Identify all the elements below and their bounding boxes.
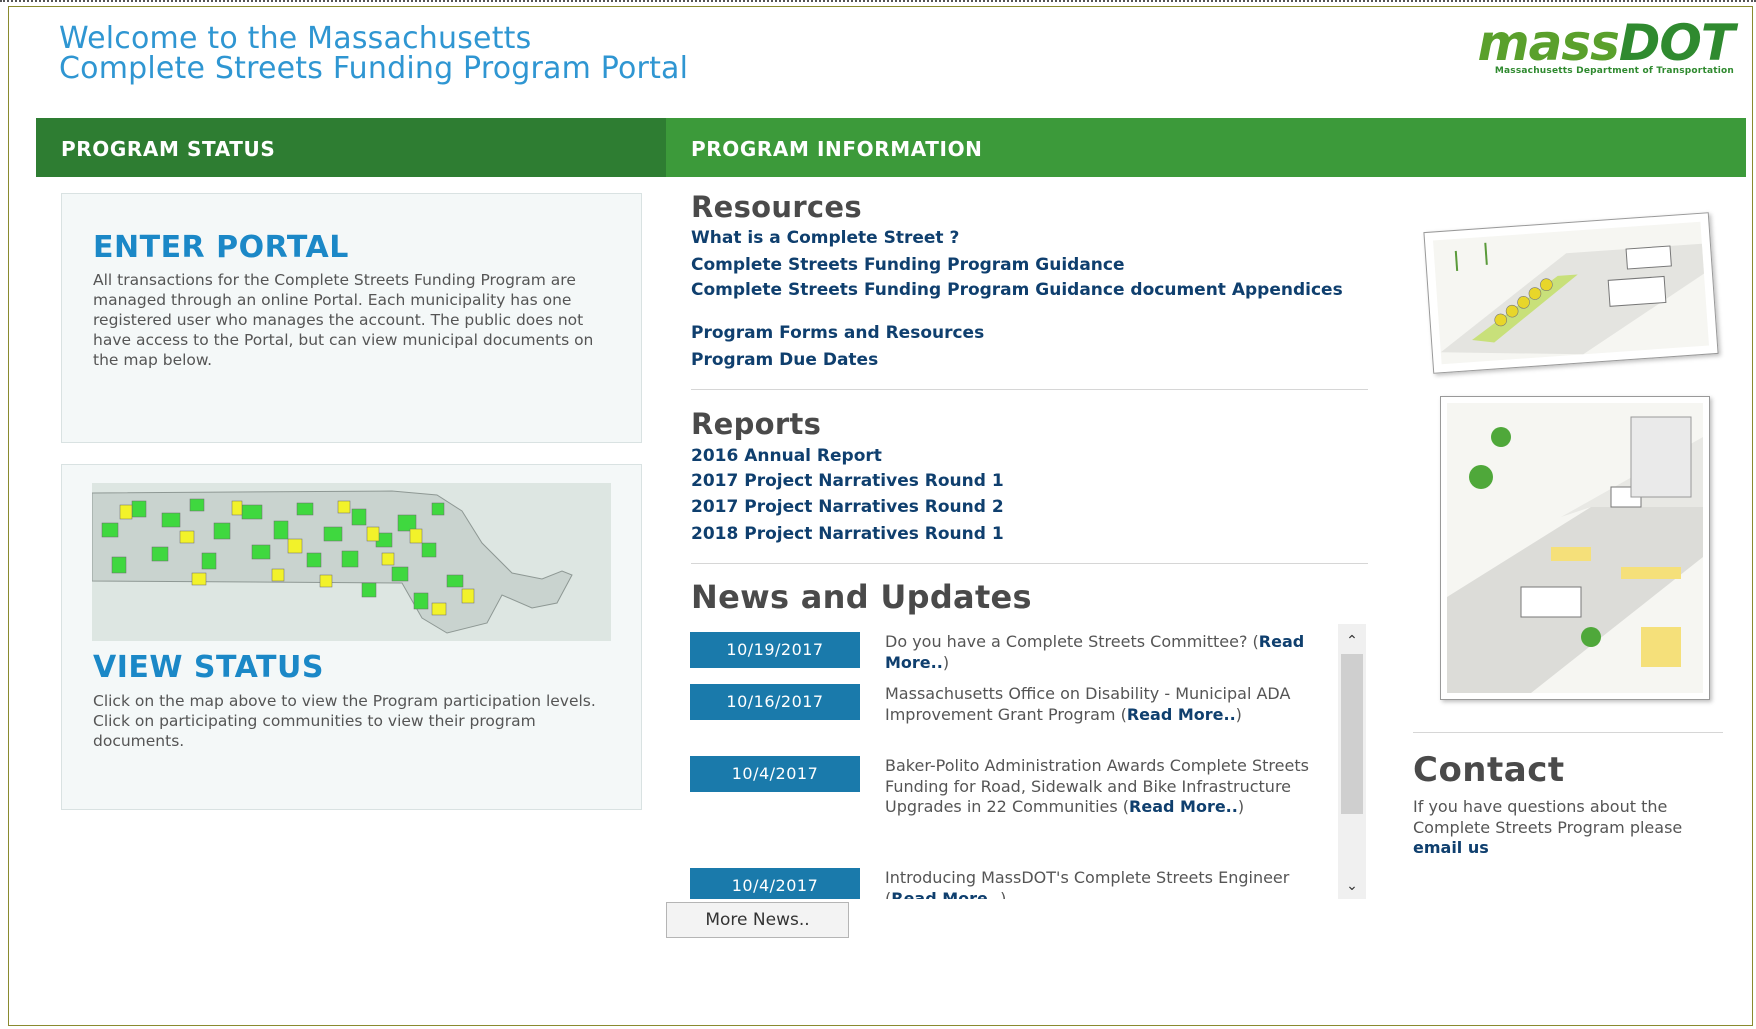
news-text: Introducing MassDOT's Complete Streets E… — [885, 868, 1335, 899]
massachusetts-map-graphic — [92, 483, 611, 641]
contact-text: If you have questions about the Complete… — [1413, 797, 1723, 859]
news-date: 10/19/2017 — [690, 632, 860, 668]
news-date: 10/4/2017 — [690, 756, 860, 792]
news-date: 10/4/2017 — [690, 868, 860, 899]
report-link-2017-round-2[interactable]: 2017 Project Narratives Round 2 — [691, 499, 1371, 516]
reports-heading: Reports — [691, 407, 822, 441]
program-status-bar: PROGRAM STATUS — [36, 118, 666, 177]
divider — [1413, 732, 1723, 733]
chevron-up-icon[interactable]: ⌃ — [1338, 630, 1366, 652]
news-tail: ) — [1235, 704, 1242, 724]
street-drawing — [1433, 221, 1709, 365]
view-status-card[interactable]: VIEW STATUS Click on the map above to vi… — [61, 464, 642, 810]
logo-wordmark: massDOT — [1404, 18, 1736, 68]
more-news-button[interactable]: More News.. — [666, 902, 849, 938]
news-text: Do you have a Complete Streets Committee… — [885, 632, 1335, 673]
read-more-link[interactable]: Read More.. — [891, 889, 1000, 900]
enter-portal-card[interactable]: ENTER PORTAL All transactions for the Co… — [61, 193, 642, 443]
program-information-title: PROGRAM INFORMATION — [691, 137, 983, 161]
report-link-2017-round-1[interactable]: 2017 Project Narratives Round 1 — [691, 473, 1371, 490]
email-us-link[interactable]: email us — [1413, 838, 1489, 857]
view-status-link[interactable]: VIEW STATUS — [93, 650, 324, 685]
page-top-border — [0, 0, 1756, 4]
resource-link-forms[interactable]: Program Forms and Resources — [691, 325, 1371, 342]
news-summary: Do you have a Complete Streets Committee… — [885, 632, 1259, 651]
report-link-2016-annual[interactable]: 2016 Annual Report — [691, 448, 1371, 465]
news-scrollbar[interactable]: ⌃ ⌄ — [1338, 624, 1366, 899]
news-tail: ) — [942, 652, 950, 672]
news-date: 10/16/2017 — [690, 684, 860, 720]
bike-lane-illustration — [1423, 212, 1719, 374]
welcome-line-1: Welcome to the Massachusetts — [59, 21, 532, 56]
participation-map[interactable] — [92, 483, 611, 641]
crosswalk-illustration — [1440, 396, 1710, 700]
massdot-logo[interactable]: massDOT Massachusetts Department of Tran… — [1404, 18, 1736, 76]
news-tail: ) — [1237, 797, 1245, 816]
street-drawing — [1447, 403, 1703, 693]
news-heading: News and Updates — [691, 578, 1032, 616]
contact-heading: Contact — [1413, 750, 1565, 790]
enter-portal-link[interactable]: ENTER PORTAL — [93, 230, 349, 265]
read-more-link[interactable]: Read More.. — [1129, 797, 1238, 816]
logo-dot: DOT — [1618, 14, 1735, 72]
resource-link-due-dates[interactable]: Program Due Dates — [691, 352, 1371, 369]
program-status-title: PROGRAM STATUS — [61, 137, 276, 161]
news-text: Baker-Polito Administration Awards Compl… — [885, 756, 1335, 818]
logo-mass: mass — [1477, 14, 1620, 72]
enter-portal-description: All transactions for the Complete Street… — [93, 271, 594, 369]
program-information-bar: PROGRAM INFORMATION — [666, 118, 1746, 177]
contact-description: If you have questions about the Complete… — [1413, 797, 1683, 837]
divider — [691, 389, 1368, 390]
read-more-link[interactable]: Read More.. — [1127, 705, 1236, 724]
news-summary: Baker-Polito Administration Awards Compl… — [885, 756, 1309, 816]
resource-link-guidance-appendices[interactable]: Complete Streets Funding Program Guidanc… — [691, 282, 1371, 299]
welcome-line-2: Complete Streets Funding Program Portal — [59, 51, 689, 86]
welcome-title: Welcome to the Massachusetts Complete St… — [59, 24, 688, 84]
resource-link-guidance[interactable]: Complete Streets Funding Program Guidanc… — [691, 257, 1371, 274]
report-link-2018-round-1[interactable]: 2018 Project Narratives Round 1 — [691, 526, 1371, 543]
divider — [691, 563, 1368, 564]
news-tail: ) — [1000, 888, 1007, 900]
resource-link-complete-street[interactable]: What is a Complete Street ? — [691, 230, 1371, 247]
logo-subtitle: Massachusetts Department of Transportati… — [1494, 66, 1734, 76]
scrollbar-thumb[interactable] — [1341, 654, 1363, 814]
news-text: Massachusetts Office on Disability - Mun… — [885, 684, 1335, 725]
view-status-description: Click on the map above to view the Progr… — [93, 692, 596, 750]
chevron-down-icon[interactable]: ⌄ — [1338, 875, 1366, 897]
resources-heading: Resources — [691, 190, 862, 224]
news-list[interactable]: 10/19/2017 Do you have a Complete Street… — [690, 624, 1367, 899]
